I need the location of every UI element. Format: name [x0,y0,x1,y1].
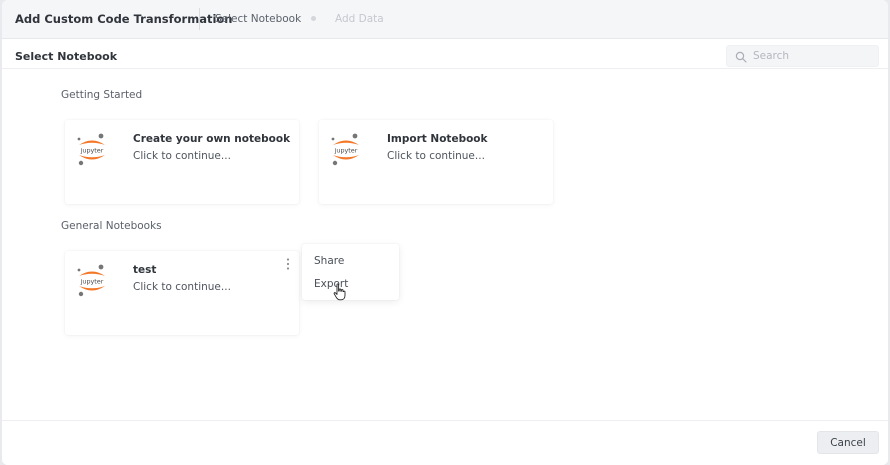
dialog-header: Add Custom Code Transformation Select No… [2,0,888,39]
step-separator-dot [311,16,316,21]
kebab-menu-icon[interactable] [283,257,293,271]
subheader: Select Notebook [2,39,888,69]
card-title: Import Notebook [387,133,488,145]
card-subtitle: Click to continue... [133,150,231,162]
hand-pointer-icon [333,283,346,301]
card-create-notebook[interactable]: Create your own notebook Click to contin… [65,120,299,204]
menu-item-share[interactable]: Share [314,255,344,267]
jupyter-icon [329,132,363,168]
jupyter-icon [75,263,109,299]
step-add-data: Add Data [335,13,384,25]
search-box[interactable] [726,45,879,67]
card-notebook-test[interactable]: test Click to continue... [65,251,299,335]
custom-code-transformation-dialog: Add Custom Code Transformation Select No… [2,0,888,465]
search-icon [735,51,747,63]
dialog-footer: Cancel [2,420,888,465]
header-divider [199,8,200,30]
card-title: test [133,264,157,276]
cancel-button[interactable]: Cancel [817,431,879,454]
card-subtitle: Click to continue... [387,150,485,162]
section-label-getting-started: Getting Started [61,89,143,101]
card-title: Create your own notebook [133,133,291,145]
section-label-general-notebooks: General Notebooks [61,220,162,232]
step-select-notebook[interactable]: Select Notebook [215,13,301,25]
card-subtitle: Click to continue... [133,281,231,293]
page-title: Select Notebook [15,50,118,63]
card-import-notebook[interactable]: Import Notebook Click to continue... [319,120,553,204]
notebook-context-menu: Share Export [302,244,399,300]
jupyter-icon [75,132,109,168]
search-input[interactable] [753,48,875,64]
